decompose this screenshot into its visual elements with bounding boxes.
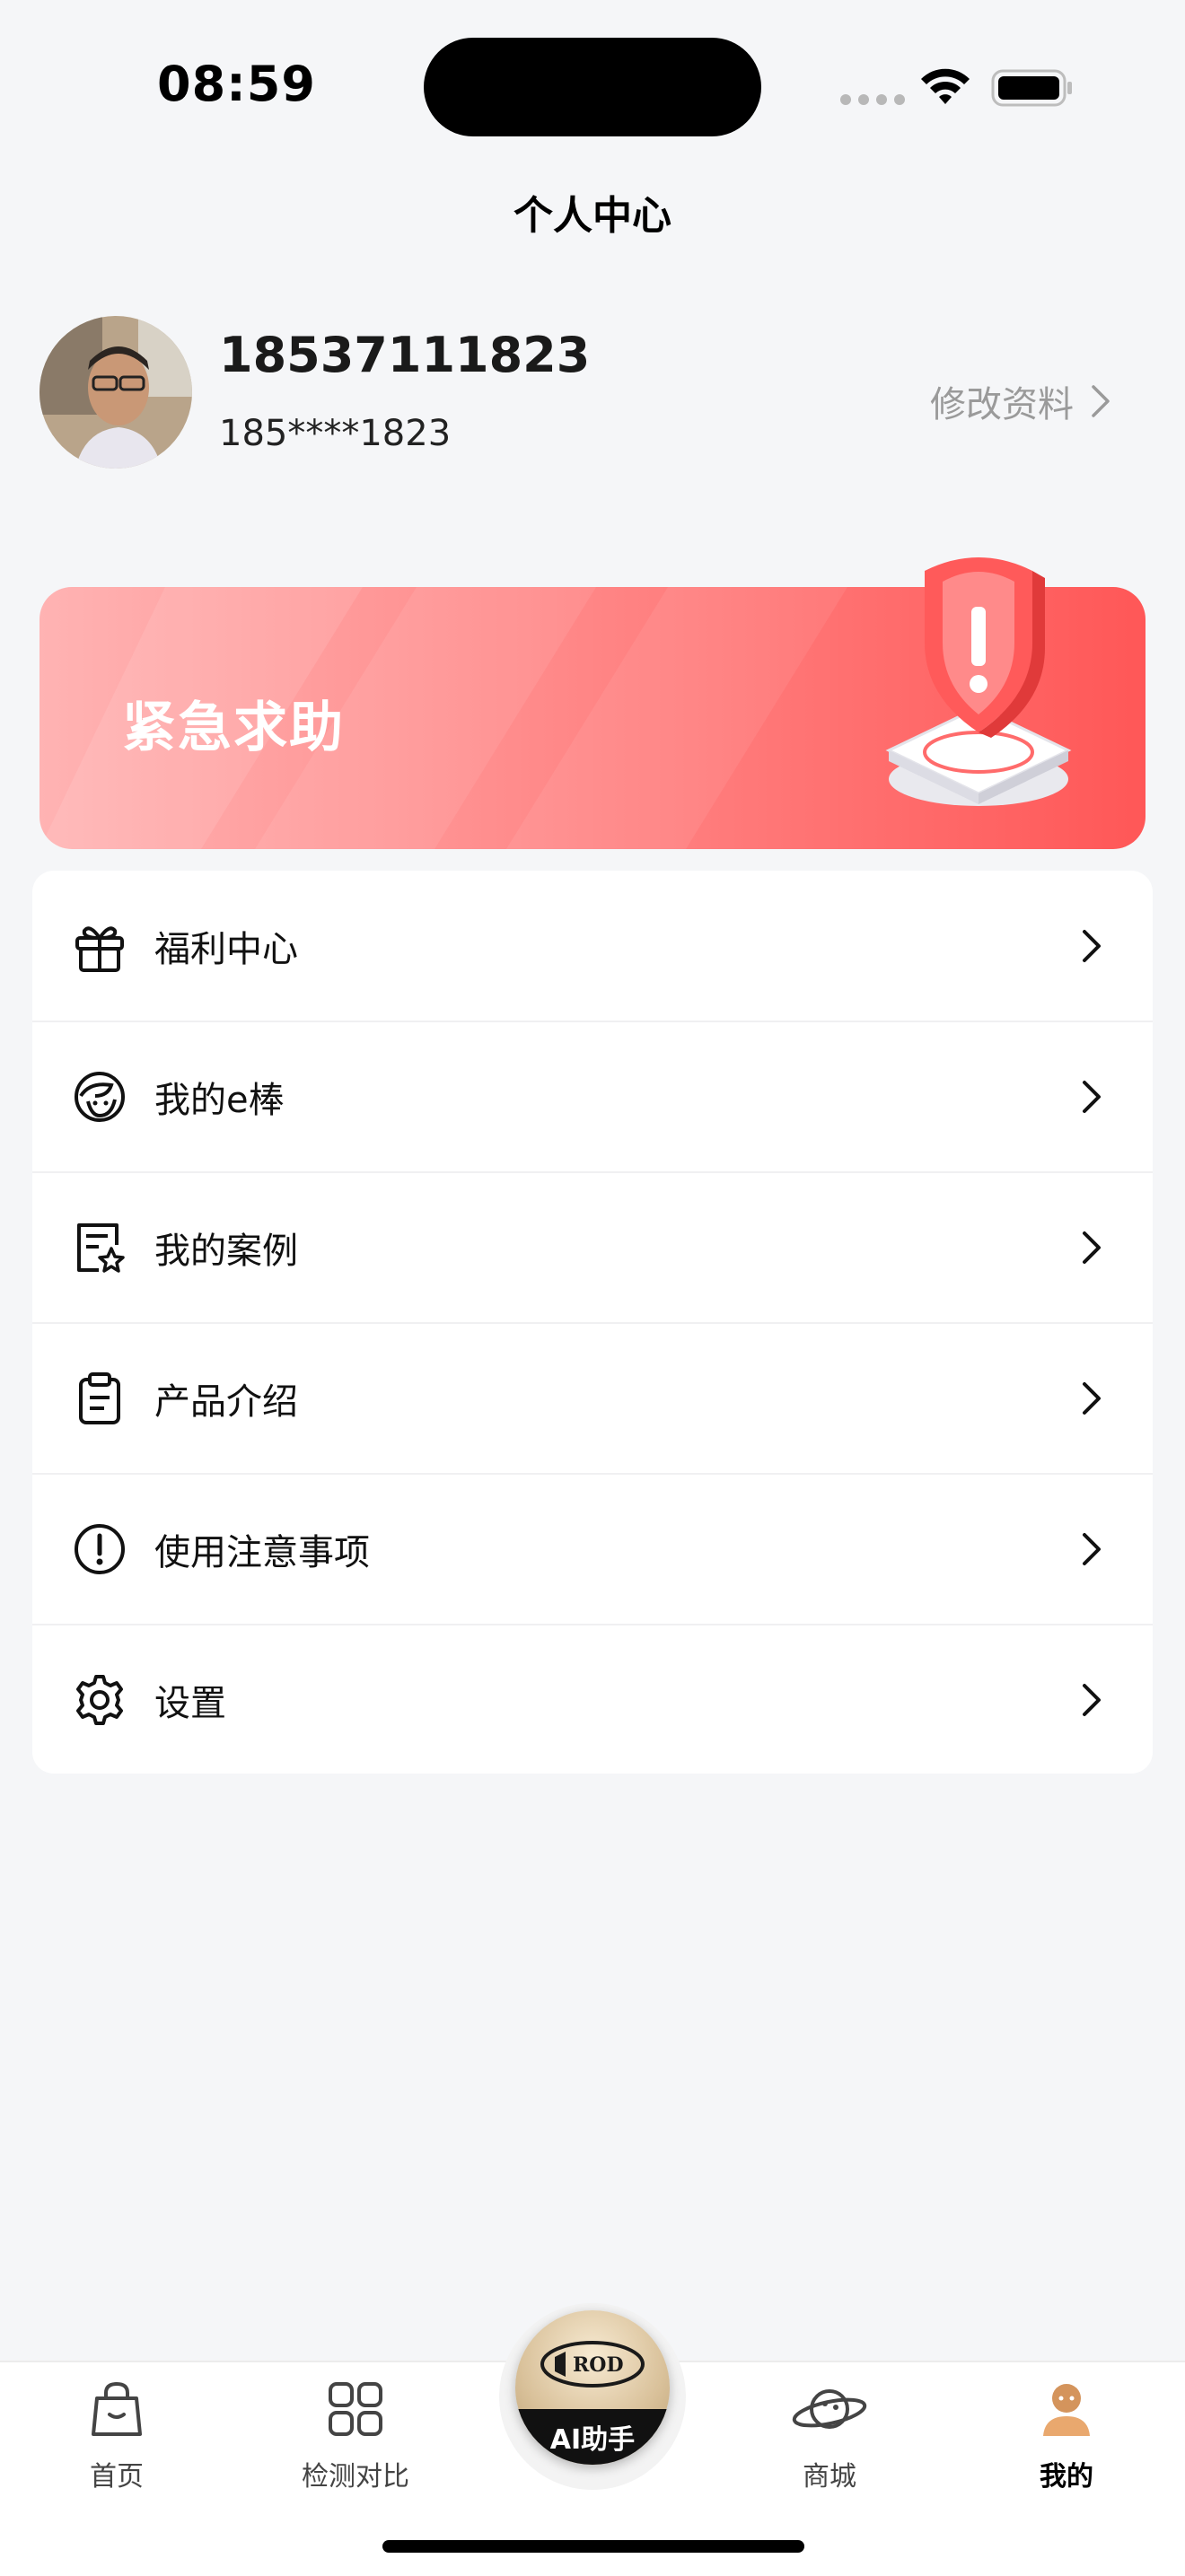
grid-icon (329, 2382, 382, 2436)
ai-assistant-label: AI助手 (549, 2424, 636, 2456)
user-phone: 185****1823 (219, 413, 452, 454)
wifi-icon (921, 68, 970, 104)
avatar[interactable] (40, 316, 192, 469)
menu-item-label: 我的e棒 (154, 1079, 285, 1121)
chevron-right-icon (1083, 929, 1101, 962)
menu-item-usage-notes[interactable]: 使用注意事项 (32, 1474, 1153, 1624)
menu-item-product-intro[interactable]: 产品介绍 (32, 1323, 1153, 1473)
chevron-right-icon (1083, 1683, 1101, 1716)
dynamic-island (424, 38, 761, 136)
case-star-icon (70, 1218, 129, 1277)
alert-circle-icon (70, 1520, 129, 1579)
chevron-right-icon (1092, 385, 1110, 417)
rod-logo-text: ROD (573, 2353, 624, 2377)
rod-logo-icon: ROD (540, 2341, 645, 2388)
tab-compare[interactable]: 检测对比 (266, 2377, 445, 2493)
chevron-right-icon (1083, 1231, 1101, 1264)
shield-alert-icon (885, 557, 1072, 806)
tab-mine[interactable]: 我的 (977, 2377, 1156, 2493)
gear-icon (70, 1670, 129, 1730)
status-time: 08:59 (157, 56, 316, 112)
gift-icon (70, 916, 129, 976)
chevron-right-icon (1083, 1381, 1101, 1415)
shopping-bag-icon (92, 2381, 142, 2436)
menu-list: 福利中心 我的e棒 我的案例 产品介绍 使用注意事项 设置 (32, 871, 1153, 1774)
menu-item-label: 设置 (154, 1682, 226, 1724)
tab-label: 检测对比 (302, 2461, 409, 2493)
menu-item-label: 使用注意事项 (154, 1531, 370, 1573)
planet-icon (792, 2389, 867, 2429)
user-avatar-icon (1043, 2384, 1090, 2436)
menu-item-my-cases[interactable]: 我的案例 (32, 1172, 1153, 1322)
face-icon (70, 1067, 129, 1126)
ai-assistant-band: AI助手 (515, 2409, 670, 2465)
chevron-right-icon (1083, 1080, 1101, 1113)
battery-icon (991, 69, 1072, 107)
menu-item-label: 福利中心 (154, 928, 298, 970)
home-indicator (382, 2540, 804, 2553)
menu-item-settings[interactable]: 设置 (32, 1625, 1153, 1774)
page-title: 个人中心 (514, 193, 672, 239)
edit-profile-link[interactable]: 修改资料 (930, 375, 1111, 427)
tab-mall[interactable]: 商城 (740, 2377, 919, 2493)
ai-assistant-button[interactable]: ROD AI助手 (515, 2310, 670, 2465)
edit-profile-label: 修改资料 (930, 384, 1074, 425)
tab-label: 首页 (90, 2461, 144, 2493)
emergency-help-label: 紧急求助 (122, 697, 345, 759)
menu-item-my-e-rod[interactable]: 我的e棒 (32, 1021, 1153, 1171)
menu-item-welfare-center[interactable]: 福利中心 (32, 871, 1153, 1021)
menu-item-label: 我的案例 (154, 1230, 298, 1272)
tab-label: 商城 (803, 2461, 856, 2493)
user-name: 18537111823 (219, 327, 591, 383)
tab-label: 我的 (1040, 2461, 1093, 2493)
tab-home[interactable]: 首页 (27, 2377, 206, 2493)
menu-item-label: 产品介绍 (154, 1380, 298, 1423)
signal-icon (840, 94, 905, 105)
chevron-right-icon (1083, 1532, 1101, 1565)
clipboard-icon (70, 1369, 129, 1428)
